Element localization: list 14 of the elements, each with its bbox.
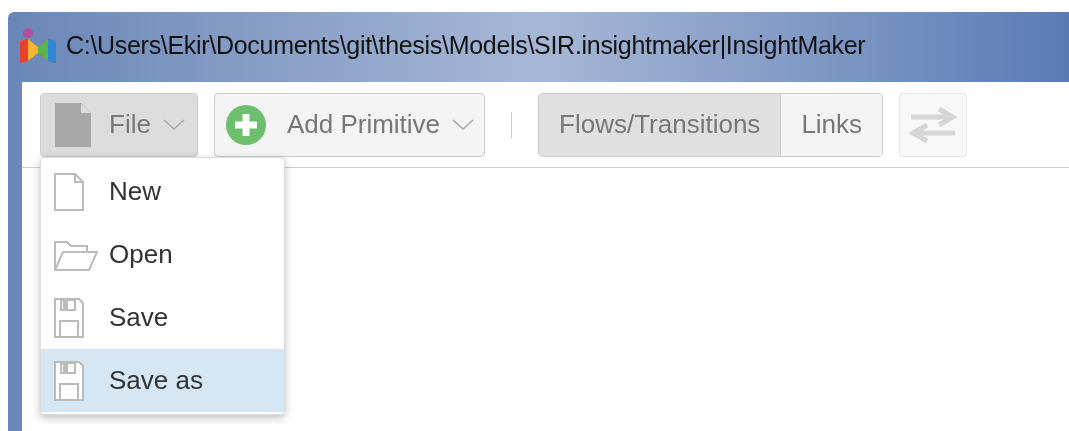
app-logo-icon — [18, 27, 58, 65]
menu-item[interactable]: Save — [41, 286, 284, 349]
blank-page-icon — [53, 171, 85, 212]
swap-arrows-icon — [909, 106, 958, 143]
menu-item[interactable]: Open — [41, 223, 284, 286]
menu-item[interactable]: New — [41, 160, 284, 223]
chevron-down-icon — [162, 118, 185, 131]
window-title: C:\Users\Ekir\Documents\git\thesis\Models\SIR.insightmaker|InsightMaker — [66, 30, 866, 62]
add-primitive-button[interactable]: Add Primitive — [213, 92, 486, 157]
document-icon — [53, 100, 93, 149]
toggle-tab[interactable]: Links — [780, 93, 883, 156]
plus-circle-icon — [224, 103, 267, 146]
chevron-down-icon — [452, 118, 475, 131]
menu-item[interactable]: Save as — [41, 349, 284, 412]
